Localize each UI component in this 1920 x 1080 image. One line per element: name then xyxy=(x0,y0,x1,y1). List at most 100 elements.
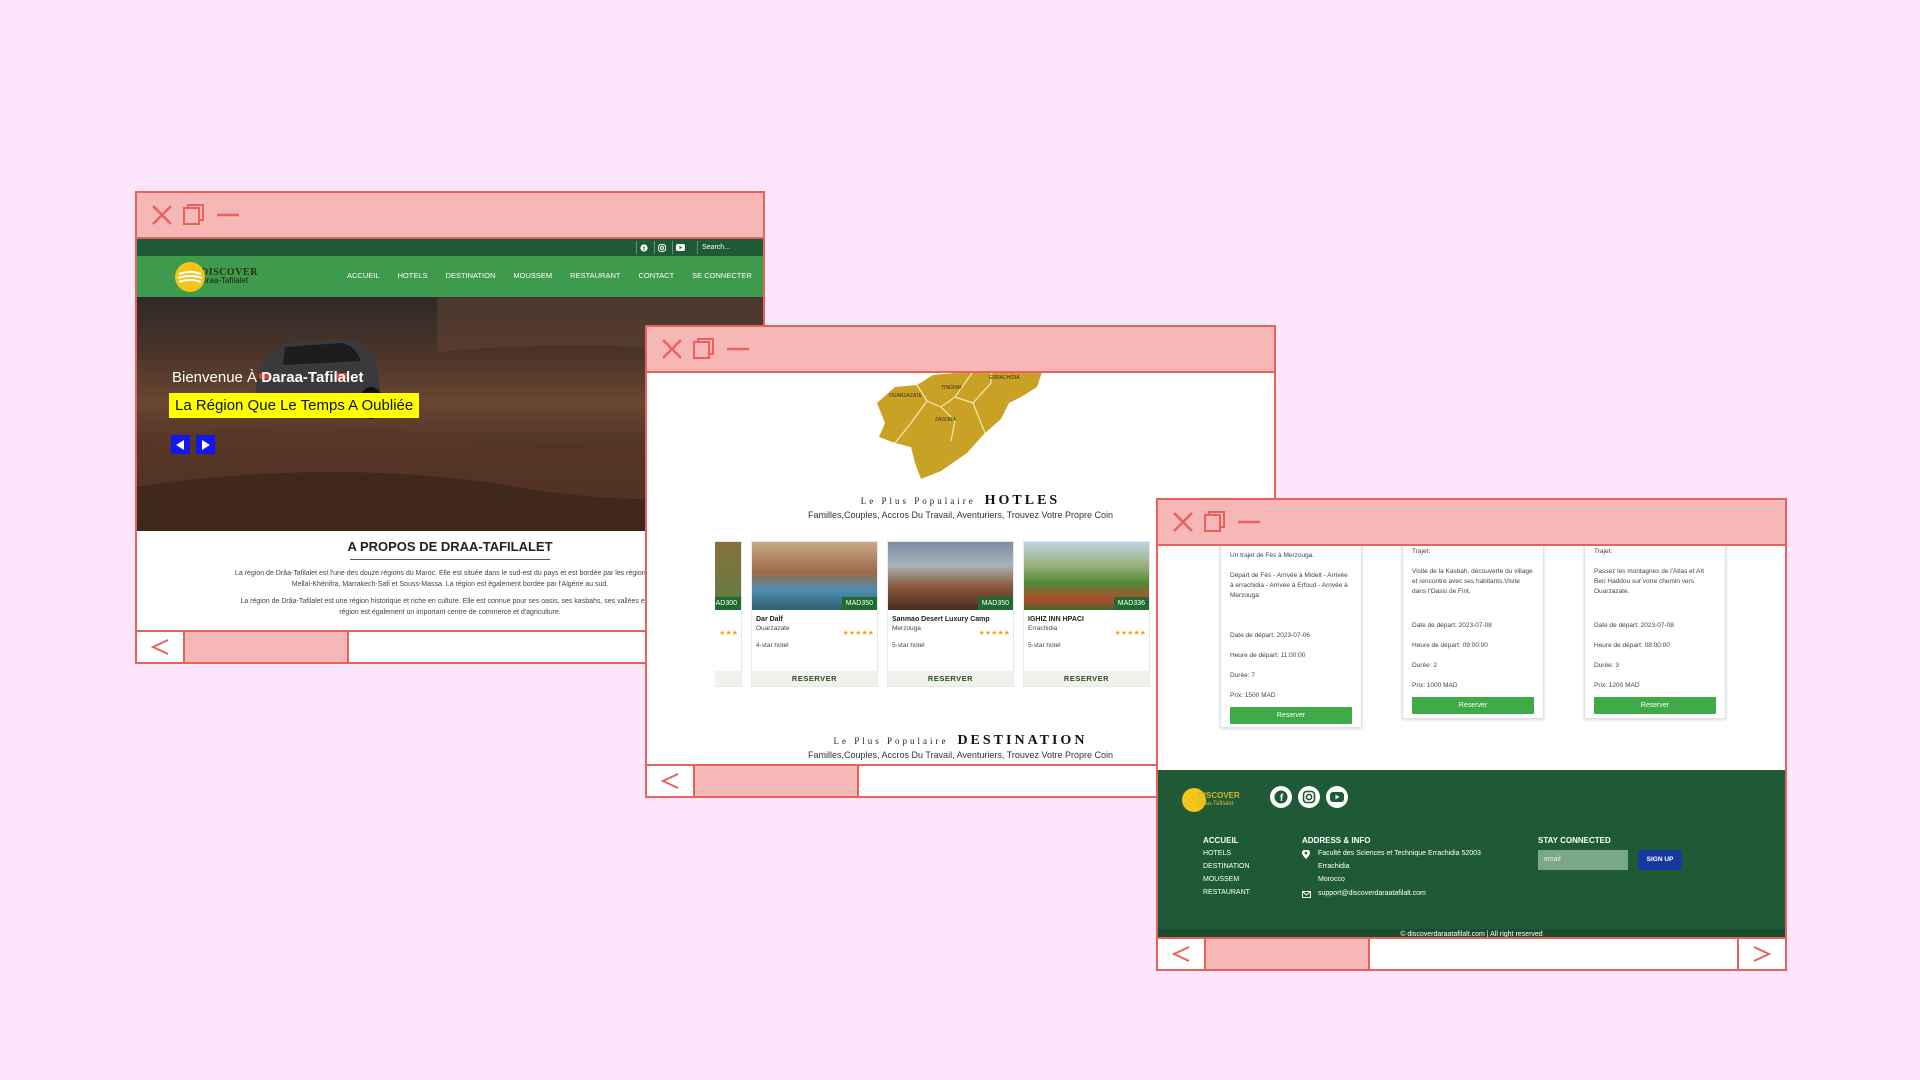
maximize-icon[interactable] xyxy=(181,202,207,228)
facebook-icon[interactable]: f xyxy=(1270,786,1292,808)
nav-accueil[interactable]: ACCUEIL xyxy=(347,271,380,280)
hotel-price: MAD350 xyxy=(977,597,1013,610)
reserve-button[interactable]: RESERVER xyxy=(752,671,877,686)
footer-stay-connected-title: STAY CONNECTED xyxy=(1538,836,1611,845)
window-bottombar xyxy=(1158,937,1785,969)
trip-heading: Trajet: xyxy=(1412,548,1431,555)
hotels-heading-big: HOTLES xyxy=(984,493,1061,508)
tab-indicator[interactable] xyxy=(1206,939,1370,969)
minimize-icon[interactable] xyxy=(725,336,751,362)
instagram-icon[interactable] xyxy=(1298,786,1320,808)
sign-up-button[interactable]: SIGN UP xyxy=(1638,850,1682,870)
map-label-zagora: ZAGORA xyxy=(935,417,957,423)
search-input[interactable]: Search... xyxy=(697,241,759,254)
slider-prev-button[interactable] xyxy=(171,435,190,454)
nav-restaurant[interactable]: RESTAURANT xyxy=(570,271,620,280)
back-button[interactable] xyxy=(1158,939,1206,969)
tab-indicator[interactable] xyxy=(185,632,349,662)
site-footer: DISCOVER Draa-Tafilalet f ACCUEIL HOTELS… xyxy=(1158,770,1785,937)
trip-card: Un trajet de Fès à Merzouga. Départ de F… xyxy=(1220,546,1362,728)
hotel-image: MAD336 xyxy=(1024,542,1149,610)
reserve-button[interactable]: RESERVER xyxy=(1024,671,1149,686)
instagram-icon[interactable] xyxy=(654,241,669,254)
hotel-rating-stars: ★★★ xyxy=(719,630,738,637)
youtube-icon[interactable] xyxy=(672,241,687,254)
reserve-button[interactable]: RESERVER xyxy=(888,671,1013,686)
site-logo[interactable]: DISCOVER Draa-Tafilalet xyxy=(175,262,258,292)
minimize-icon[interactable] xyxy=(215,202,241,228)
minimize-icon[interactable] xyxy=(1236,509,1262,535)
chevron-left-icon xyxy=(150,639,169,655)
close-icon[interactable] xyxy=(1170,509,1196,535)
trip-duration: Durée: 3 xyxy=(1594,662,1619,669)
footer-logo[interactable]: DISCOVER Draa-Tafilalet xyxy=(1198,792,1240,808)
footer-accueil-title[interactable]: ACCUEIL xyxy=(1203,836,1239,845)
close-icon[interactable] xyxy=(149,202,175,228)
hotel-price: MAD336 xyxy=(1113,597,1149,610)
newsletter-email-input[interactable]: email xyxy=(1538,850,1628,870)
about-paragraph-1: La région de Drâa-Tafilalet est l'une de… xyxy=(234,570,666,588)
footer-address-line3: Morocco xyxy=(1318,876,1345,883)
slider-next-button[interactable] xyxy=(196,435,215,454)
nav-moussem[interactable]: MOUSSEM xyxy=(513,271,552,280)
tab-indicator[interactable] xyxy=(695,766,859,796)
top-social-bar: f Search... xyxy=(137,239,763,256)
window-titlebar xyxy=(137,193,763,239)
nav-destination[interactable]: DESTINATION xyxy=(446,271,496,280)
trip-time: Heure de départ: 09:00:00 xyxy=(1412,642,1488,649)
hotel-card[interactable]: MAD336 IGHIZ INN HPACI Errachidia ★★★★★ … xyxy=(1023,541,1150,687)
page-content: Un trajet de Fès à Merzouga. Départ de F… xyxy=(1158,546,1785,937)
reserve-button[interactable]: Reserver xyxy=(1412,697,1534,714)
reserve-button[interactable]: Reserver xyxy=(1594,697,1716,714)
welcome-region-name: Daraa-Tafilalet xyxy=(261,369,364,386)
back-button[interactable] xyxy=(647,766,695,796)
footer-logo-line2: Draa-Tafilalet xyxy=(1198,801,1234,807)
hotel-card-partial[interactable]: MAD300 ★★★ xyxy=(715,541,742,687)
trip-price: Prix: 1000 MAD xyxy=(1412,682,1458,689)
footer-address-line1: Faculté des Sciences et Technique Errach… xyxy=(1318,850,1481,857)
close-icon[interactable] xyxy=(659,336,685,362)
youtube-icon[interactable] xyxy=(1326,786,1348,808)
hotel-card[interactable]: MAD350 Dar Dalf Ouarzazate ★★★★★ 4-star … xyxy=(751,541,878,687)
envelope-icon xyxy=(1302,891,1311,898)
footer-link-destination[interactable]: DESTINATION xyxy=(1203,863,1250,870)
hotel-name: Dar Dalf xyxy=(756,616,783,623)
chevron-right-icon xyxy=(1753,946,1772,962)
trip-price: Prix: 1200 MAD xyxy=(1594,682,1640,689)
browser-window-trips: Un trajet de Fès à Merzouga. Départ de F… xyxy=(1156,498,1787,971)
maximize-icon[interactable] xyxy=(691,336,717,362)
caret-right-icon xyxy=(202,439,210,450)
hotels-heading-small: Le Plus Populaire xyxy=(860,496,976,506)
trip-heading: Un trajet de Fès à Merzouga. xyxy=(1230,552,1315,559)
map-label-tinghir: TINGHIR xyxy=(941,385,962,391)
reserve-button[interactable] xyxy=(715,671,741,686)
footer-address-title: ADDRESS & INFO xyxy=(1302,836,1371,845)
footer-link-hotels[interactable]: HOTELS xyxy=(1203,850,1231,857)
hero-tagline: La Région Que Le Temps A Oubliée xyxy=(169,393,420,418)
trip-heading: Trajet: xyxy=(1594,548,1613,555)
footer-link-restaurant[interactable]: RESTAURANT xyxy=(1203,889,1250,896)
facebook-icon[interactable]: f xyxy=(636,241,651,254)
window-titlebar xyxy=(647,327,1274,373)
trip-time: Heure de départ: 11:00:00 xyxy=(1230,652,1306,659)
nav-contact[interactable]: CONTACT xyxy=(638,271,674,280)
hotel-rating-stars: ★★★★★ xyxy=(978,630,1010,637)
back-button[interactable] xyxy=(137,632,185,662)
nav-se-connecter[interactable]: SE CONNECTER xyxy=(692,271,752,280)
hero-welcome-text: Bienvenue À Daraa-Tafilalet xyxy=(172,369,364,386)
trip-date: Date de départ: 2023-07-06 xyxy=(1230,632,1310,639)
hotel-image: MAD300 xyxy=(715,542,741,610)
hotel-carousel: MAD300 ★★★ MAD350 Dar Dalf Ouarzazate ★★… xyxy=(715,541,1150,687)
reserve-button[interactable]: Reserver xyxy=(1230,707,1352,724)
logo-emblem xyxy=(175,262,205,292)
maximize-icon[interactable] xyxy=(1202,509,1228,535)
hotel-rating-stars: ★★★★★ xyxy=(842,630,874,637)
footer-link-moussem[interactable]: MOUSSEM xyxy=(1203,876,1239,883)
forward-button[interactable] xyxy=(1737,939,1785,969)
footer-email-address[interactable]: support@discoverdaraatafilalt.com xyxy=(1318,890,1426,897)
main-navbar: DISCOVER Draa-Tafilalet ACCUEIL HOTELS D… xyxy=(137,256,763,297)
trip-description: Passez les montagnes de l'Atlas et Aït B… xyxy=(1594,568,1704,595)
nav-hotels[interactable]: HOTELS xyxy=(398,271,428,280)
hotel-card[interactable]: MAD350 Sanmao Desert Luxury Camp Merzoug… xyxy=(887,541,1014,687)
trip-date: Date de départ: 2023-07-08 xyxy=(1412,622,1492,629)
